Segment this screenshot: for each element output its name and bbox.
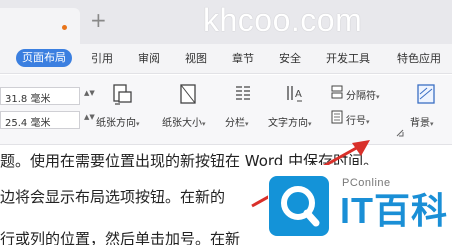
tab-developer-tools[interactable]: 开发工具 [326, 52, 370, 66]
text-direction-icon: A [287, 86, 302, 102]
document-tab[interactable] [0, 8, 80, 44]
line-number-button[interactable]: 行号▾ [346, 112, 370, 127]
background-label: 背景▾ [410, 118, 434, 129]
line-number-icon [331, 110, 343, 124]
separator-button[interactable]: 分隔符▾ [346, 87, 380, 102]
tab-review[interactable]: 审阅 [138, 52, 160, 66]
title-bar: + khcoo.com [0, 0, 452, 44]
svg-text:A: A [295, 89, 302, 100]
logo-subtitle: PConline [342, 177, 391, 189]
page-orientation-icon [113, 84, 132, 105]
columns-button[interactable] [232, 83, 254, 105]
unsaved-dot-icon [62, 25, 67, 30]
tab-page-layout[interactable]: 页面布局 [16, 49, 72, 67]
tab-security[interactable]: 安全 [279, 52, 301, 66]
margin-top-input[interactable]: 31.8 毫米 [0, 87, 80, 105]
page-break-icon [331, 85, 343, 99]
columns-label: 分栏▾ [225, 118, 249, 129]
paper-size-label: 纸张大小▾ [162, 118, 206, 129]
tab-special-apps[interactable]: 特色应用 [397, 52, 441, 66]
text-direction-button[interactable]: A [282, 83, 306, 105]
pconline-logo-icon [269, 176, 329, 236]
separator-icon-wrap [330, 85, 344, 99]
tab-references[interactable]: 引用 [91, 52, 113, 66]
columns-icon [236, 86, 250, 100]
line-number-icon-wrap [330, 110, 344, 124]
page-background-icon [417, 84, 435, 104]
margin-top-spinner[interactable]: ▲▼ [84, 89, 95, 97]
watermark-text: khcoo.com [203, 2, 363, 38]
tab-sections[interactable]: 章节 [232, 52, 254, 66]
paper-size-icon [180, 84, 196, 104]
margin-bottom-spinner[interactable]: ▲▼ [84, 113, 95, 121]
ribbon-toolbar: 31.8 毫米 ▲▼ 25.4 毫米 ▲▼ 纸张方向▾ 纸张大小▾ 分栏▾ A … [0, 75, 452, 145]
dialog-launcher-icon[interactable] [396, 129, 404, 137]
text-direction-label: 文字方向▾ [268, 118, 312, 129]
margin-bottom-input[interactable]: 25.4 毫米 [0, 111, 80, 129]
menu-bar: 页面布局 引用 审阅 视图 章节 安全 开发工具 特色应用 [0, 44, 452, 74]
logo-title: IT百科 [340, 190, 448, 231]
document-line: 行或列的位置，然后单击加号。在新 [0, 230, 241, 245]
paper-size-button[interactable] [176, 83, 200, 105]
orientation-label: 纸张方向▾ [96, 118, 140, 129]
add-tab-icon[interactable]: + [90, 10, 107, 30]
orientation-button[interactable] [108, 83, 136, 105]
tab-view[interactable]: 视图 [185, 52, 207, 66]
document-line: 边将会显示布局选项按钮。在新的 [0, 188, 226, 206]
background-button[interactable] [414, 83, 438, 105]
